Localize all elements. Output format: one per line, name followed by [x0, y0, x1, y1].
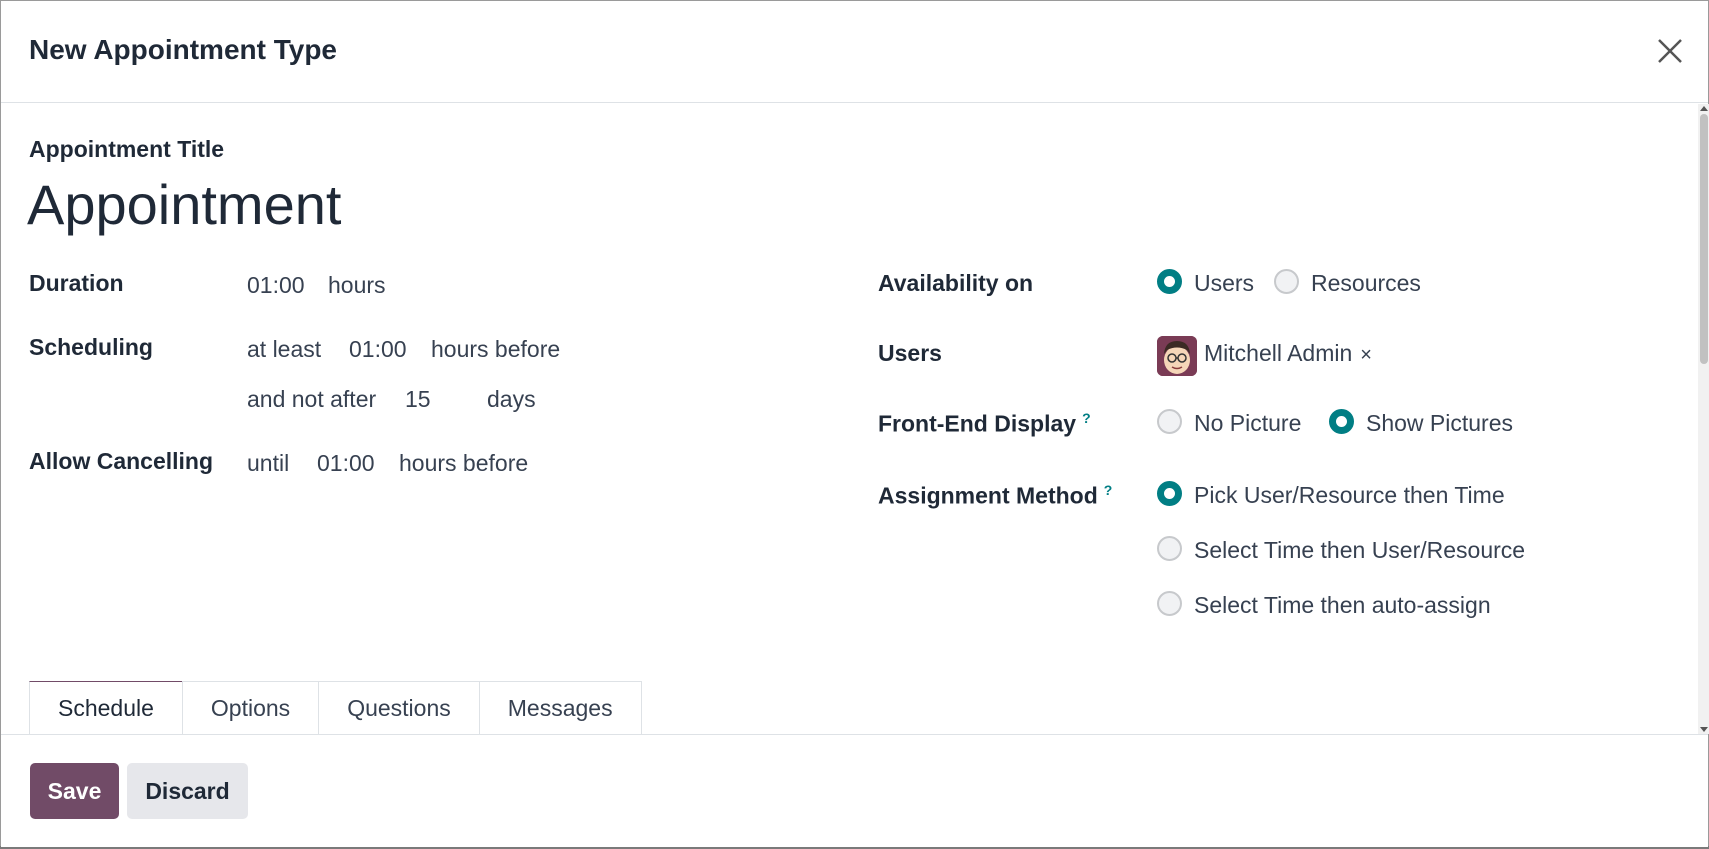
- availability-users-radio[interactable]: [1157, 269, 1182, 294]
- duration-label: Duration: [29, 270, 124, 296]
- scheduling-min-unit: hours before: [431, 336, 561, 362]
- scheduling-prefix: at least: [247, 336, 322, 362]
- pick-user-then-time-label[interactable]: Pick User/Resource then Time: [1194, 482, 1505, 509]
- scroll-thumb[interactable]: [1700, 114, 1708, 364]
- cancelling-input[interactable]: 01:00: [317, 450, 375, 477]
- dialog-body: Appointment Title Appointment Duration 0…: [1, 104, 1709, 734]
- users-label: Users: [878, 340, 942, 366]
- tab-schedule[interactable]: Schedule: [29, 681, 183, 734]
- show-pictures-label[interactable]: Show Pictures: [1366, 410, 1513, 437]
- availability-resources-radio[interactable]: [1274, 269, 1299, 294]
- scroll-down-arrow-icon[interactable]: [1700, 727, 1708, 732]
- availability-label: Availability on: [878, 270, 1034, 296]
- tab-options[interactable]: Options: [181, 681, 320, 734]
- user-tag: Mitchell Admin ×: [1204, 340, 1372, 367]
- dialog-title: New Appointment Type: [29, 34, 337, 65]
- help-icon[interactable]: ?: [1082, 410, 1091, 426]
- assignment-method-text: Assignment Method: [878, 482, 1098, 509]
- cancelling-unit: hours before: [399, 450, 529, 476]
- dialog-footer: Save Discard: [1, 734, 1708, 847]
- user-tag-name: Mitchell Admin: [1204, 340, 1353, 366]
- front-end-display-text: Front-End Display: [878, 410, 1077, 437]
- scheduling-min-input[interactable]: 01:00: [349, 336, 407, 363]
- availability-resources-label[interactable]: Resources: [1311, 270, 1421, 297]
- scheduling-max-unit: days: [487, 386, 536, 412]
- duration-input[interactable]: 01:00: [247, 272, 305, 299]
- scroll-up-arrow-icon[interactable]: [1700, 106, 1708, 111]
- appointment-title-input[interactable]: Appointment: [27, 172, 341, 237]
- cancelling-label: Allow Cancelling: [29, 448, 214, 474]
- front-end-display-label: Front-End Display?: [878, 410, 1091, 438]
- tab-questions[interactable]: Questions: [318, 681, 480, 734]
- assignment-method-label: Assignment Method?: [878, 482, 1112, 510]
- close-icon[interactable]: [1654, 35, 1686, 67]
- notebook-tabs: Schedule Options Questions Messages: [29, 681, 642, 734]
- scheduling-max-prefix: and not after: [247, 386, 377, 412]
- availability-users-label[interactable]: Users: [1194, 270, 1254, 297]
- appointment-type-dialog: New Appointment Type Appointment Title A…: [0, 0, 1709, 847]
- select-time-auto-assign-radio[interactable]: [1157, 591, 1182, 616]
- no-picture-radio[interactable]: [1157, 409, 1182, 434]
- tab-messages[interactable]: Messages: [478, 681, 642, 734]
- duration-unit: hours: [328, 272, 386, 298]
- select-time-then-user-label[interactable]: Select Time then User/Resource: [1194, 537, 1525, 564]
- scheduling-label: Scheduling: [29, 334, 153, 360]
- show-pictures-radio[interactable]: [1329, 409, 1354, 434]
- select-time-auto-assign-label[interactable]: Select Time then auto-assign: [1194, 592, 1491, 619]
- help-icon[interactable]: ?: [1104, 482, 1113, 498]
- pick-user-then-time-radio[interactable]: [1157, 481, 1182, 506]
- save-button[interactable]: Save: [30, 763, 119, 819]
- scheduling-max-input[interactable]: 15: [405, 386, 431, 413]
- dialog-header: New Appointment Type: [1, 1, 1708, 103]
- title-label: Appointment Title: [29, 136, 225, 162]
- avatar: [1157, 336, 1197, 376]
- remove-user-icon[interactable]: ×: [1360, 344, 1372, 366]
- scrollbar[interactable]: [1698, 104, 1709, 734]
- no-picture-label[interactable]: No Picture: [1194, 410, 1301, 437]
- cancelling-prefix: until: [247, 450, 290, 476]
- discard-button[interactable]: Discard: [127, 763, 248, 819]
- select-time-then-user-radio[interactable]: [1157, 536, 1182, 561]
